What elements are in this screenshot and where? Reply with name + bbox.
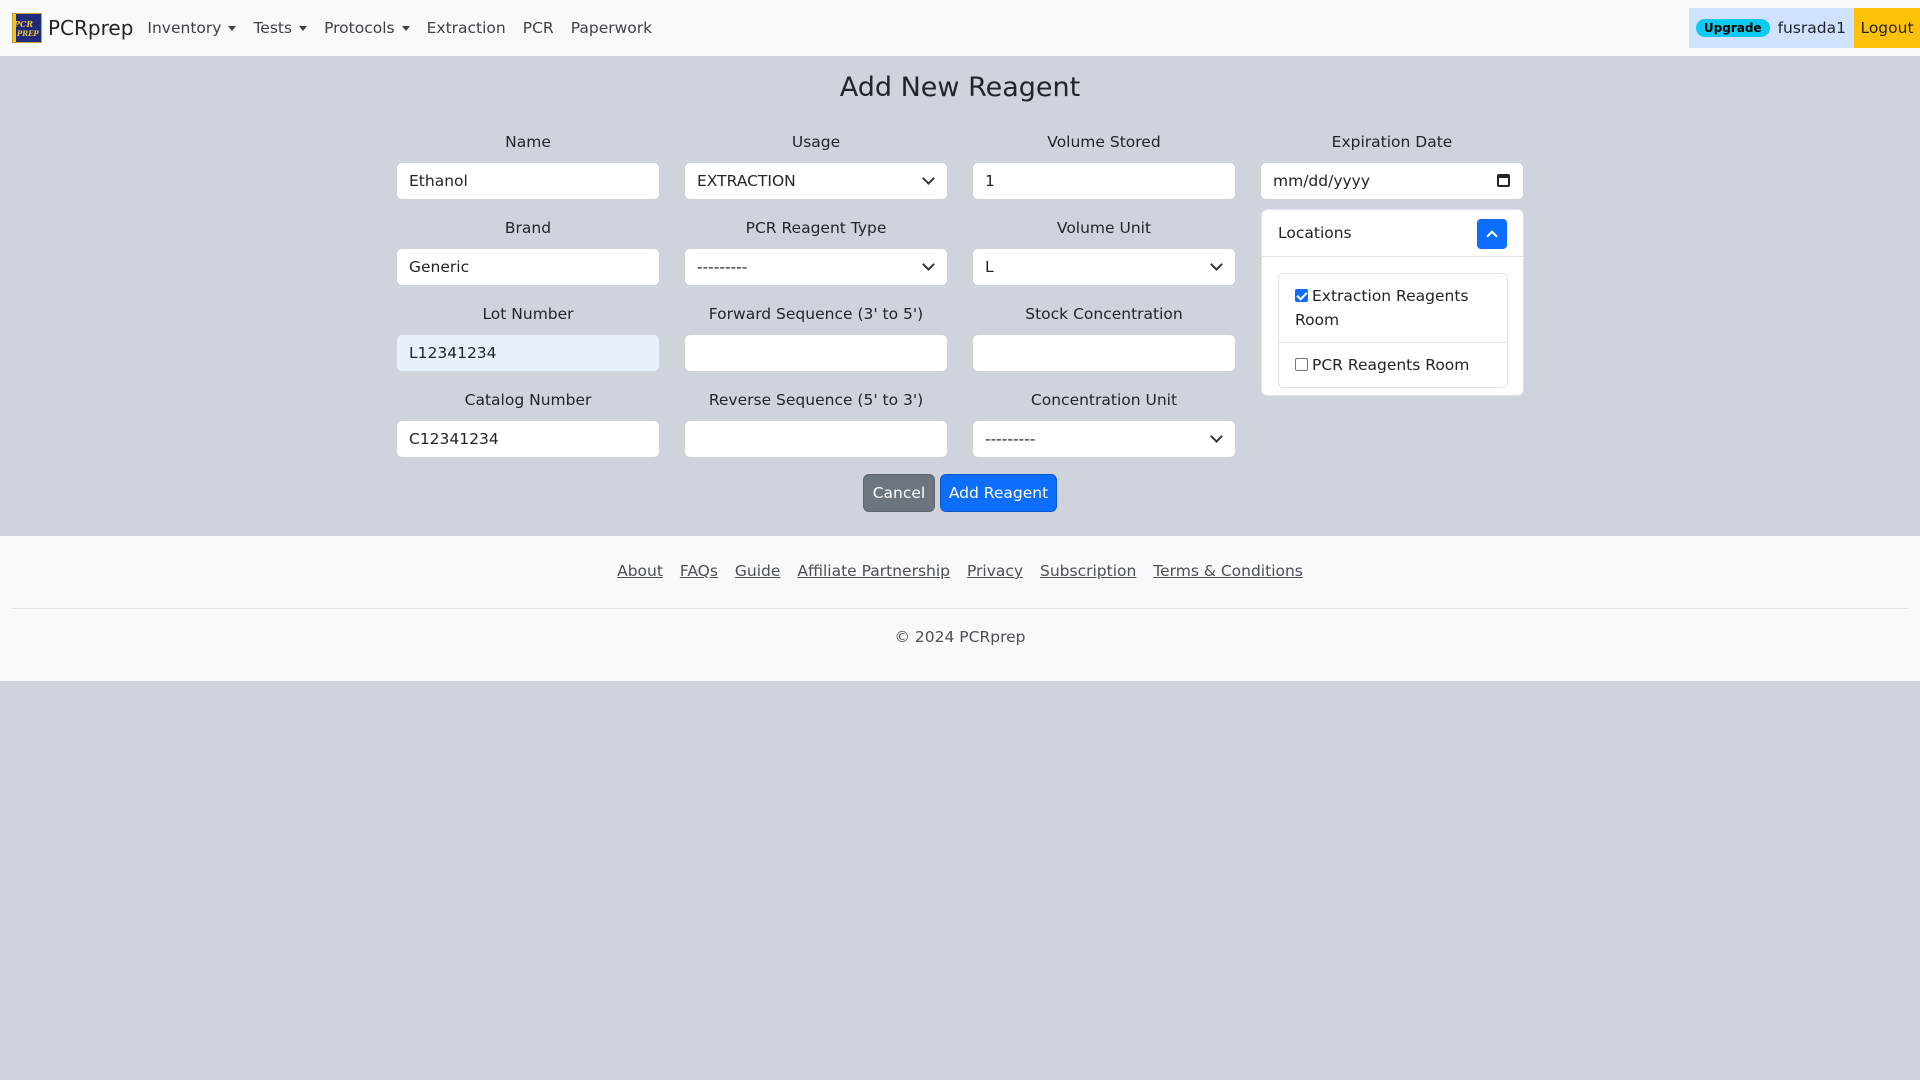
user-box: Upgrade fusrada1 <box>1688 8 1854 48</box>
brand-label: Brand <box>504 219 552 237</box>
collapse-locations-button[interactable] <box>1477 219 1507 249</box>
footer-link-guide[interactable]: Guide <box>735 562 781 580</box>
caret-down-icon <box>401 25 410 31</box>
location-checkbox-extraction[interactable] <box>1295 289 1308 302</box>
pcr-reagent-type-select[interactable]: --------- <box>684 248 948 286</box>
lot-number-input[interactable]: L12341234 <box>396 334 660 372</box>
chevron-down-icon <box>922 172 935 185</box>
lot-number-label: Lot Number <box>482 305 574 323</box>
upgrade-badge[interactable]: Upgrade <box>1695 19 1770 37</box>
nav-paperwork[interactable]: Paperwork <box>571 19 652 37</box>
cancel-button[interactable]: Cancel <box>863 474 935 512</box>
name-label: Name <box>505 133 551 151</box>
footer: About FAQs Guide Affiliate Partnership P… <box>0 536 1920 681</box>
usage-label: Usage <box>791 133 841 151</box>
user-area: Upgrade fusrada1 Logout <box>1688 8 1920 48</box>
footer-link-affiliate-partnership[interactable]: Affiliate Partnership <box>797 562 950 580</box>
pcrprep-logo: PCR PREP <box>12 13 42 43</box>
nav-pcr[interactable]: PCR <box>523 19 554 37</box>
nav-extraction[interactable]: Extraction <box>427 19 506 37</box>
brand-home-link[interactable]: PCR PREP PCRprep <box>12 13 133 43</box>
stock-concentration-label: Stock Concentration <box>1025 305 1183 323</box>
footer-divider <box>12 608 1908 609</box>
forward-sequence-label: Forward Sequence (3' to 5') <box>708 305 924 323</box>
concentration-unit-select[interactable]: --------- <box>972 420 1236 458</box>
calendar-icon[interactable] <box>1497 174 1510 187</box>
name-input[interactable]: Ethanol <box>396 162 660 200</box>
nav-inventory[interactable]: Inventory <box>147 19 237 37</box>
brand-input[interactable]: Generic <box>396 248 660 286</box>
locations-card: Locations Extraction Reagents Room PCR R… <box>1261 209 1524 396</box>
forward-sequence-input[interactable] <box>684 334 948 372</box>
volume-stored-label: Volume Stored <box>1047 133 1161 151</box>
footer-link-faqs[interactable]: FAQs <box>680 562 718 580</box>
concentration-unit-label: Concentration Unit <box>1030 391 1178 409</box>
footer-link-privacy[interactable]: Privacy <box>967 562 1023 580</box>
footer-link-about[interactable]: About <box>617 562 663 580</box>
reverse-sequence-input[interactable] <box>684 420 948 458</box>
locations-title: Locations <box>1278 224 1352 242</box>
add-reagent-button[interactable]: Add Reagent <box>940 474 1057 512</box>
location-checkbox-pcr[interactable] <box>1295 358 1308 371</box>
username: fusrada1 <box>1777 19 1846 37</box>
stock-concentration-input[interactable] <box>972 334 1236 372</box>
locations-list: Extraction Reagents Room PCR Reagents Ro… <box>1278 273 1508 388</box>
expiration-date-input[interactable]: mm/dd/yyyy <box>1260 162 1524 200</box>
caret-down-icon <box>299 25 308 31</box>
top-navbar: PCR PREP PCRprep Inventory Tests Protoco… <box>0 0 1920 56</box>
pcr-reagent-type-label: PCR Reagent Type <box>745 219 887 237</box>
catalog-number-label: Catalog Number <box>464 391 592 409</box>
location-item-pcr-reagents-room[interactable]: PCR Reagents Room <box>1279 342 1507 387</box>
volume-stored-input[interactable]: 1 <box>972 162 1236 200</box>
chevron-down-icon <box>1210 430 1223 443</box>
logout-button[interactable]: Logout <box>1854 8 1920 48</box>
chevron-down-icon <box>922 258 935 271</box>
footer-links: About FAQs Guide Affiliate Partnership P… <box>0 562 1920 580</box>
chevron-down-icon <box>1210 258 1223 271</box>
locations-header: Locations <box>1262 210 1523 257</box>
chevron-up-icon <box>1486 230 1498 242</box>
nav-protocols[interactable]: Protocols <box>324 19 410 37</box>
expiration-date-label: Expiration Date <box>1331 133 1453 151</box>
nav-tests[interactable]: Tests <box>253 19 308 37</box>
usage-select[interactable]: EXTRACTION <box>684 162 948 200</box>
footer-link-subscription[interactable]: Subscription <box>1040 562 1136 580</box>
footer-link-terms[interactable]: Terms & Conditions <box>1153 562 1303 580</box>
brand-name: PCRprep <box>48 16 134 40</box>
copyright: © 2024 PCRprep <box>894 628 1026 646</box>
page-title: Add New Reagent <box>839 72 1081 103</box>
volume-unit-label: Volume Unit <box>1056 219 1152 237</box>
reverse-sequence-label: Reverse Sequence (5' to 3') <box>708 391 924 409</box>
catalog-number-input[interactable]: C12341234 <box>396 420 660 458</box>
volume-unit-select[interactable]: L <box>972 248 1236 286</box>
nav-links: Inventory Tests Protocols Extraction PCR… <box>147 19 669 37</box>
location-item-extraction-reagents-room[interactable]: Extraction Reagents Room <box>1279 274 1507 342</box>
caret-down-icon <box>228 25 237 31</box>
